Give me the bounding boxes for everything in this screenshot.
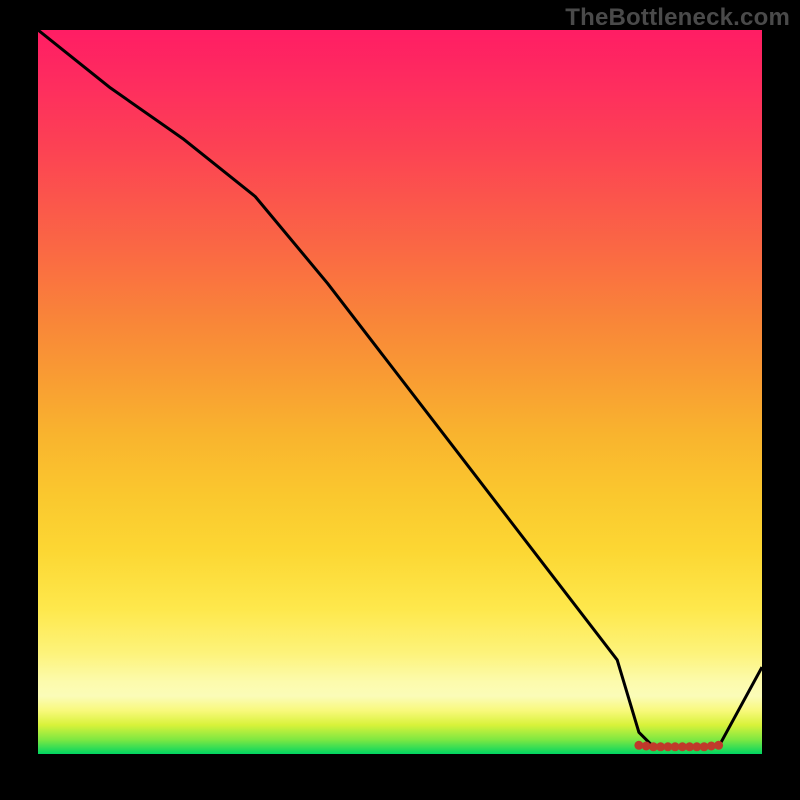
watermark-text: TheBottleneck.com [565, 4, 790, 32]
chart-svg [38, 30, 762, 754]
chart-frame: TheBottleneck.com [0, 0, 800, 800]
data-markers [634, 741, 723, 752]
plot-area [38, 30, 762, 754]
data-line [38, 30, 762, 747]
data-marker [714, 741, 723, 750]
